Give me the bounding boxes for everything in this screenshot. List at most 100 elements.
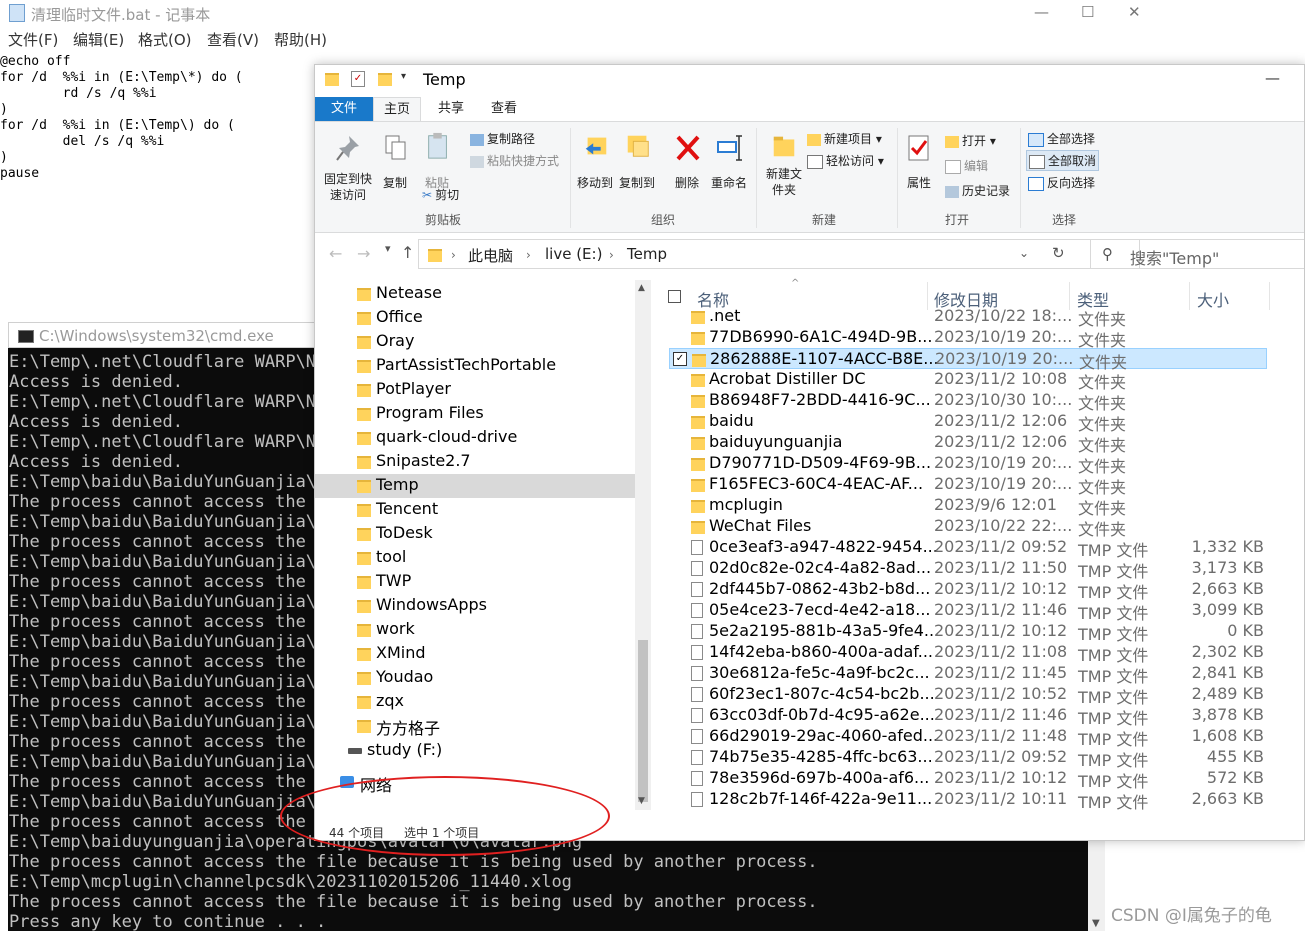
nav-item-folder[interactable]: 方方格子 bbox=[315, 714, 635, 738]
nav-item-folder[interactable]: ToDesk bbox=[315, 522, 635, 546]
nav-item-folder[interactable]: tool bbox=[315, 546, 635, 570]
select-all-checkbox[interactable] bbox=[668, 290, 681, 303]
breadcrumb-this-pc[interactable]: 此电脑 bbox=[468, 245, 513, 266]
file-row[interactable]: 77DB6990-6A1C-494D-9B... 2023/10/19 20:..… bbox=[669, 327, 1267, 350]
select-all-button[interactable]: 全部选择 bbox=[1028, 130, 1095, 147]
minimize-button[interactable]: — bbox=[1265, 69, 1280, 87]
menu-edit[interactable]: 编辑(E) bbox=[73, 29, 124, 50]
nav-item-folder[interactable]: Tencent bbox=[315, 498, 635, 522]
nav-item-folder[interactable]: XMind bbox=[315, 642, 635, 666]
file-row[interactable]: 14f42eba-b860-400a-adaf... 2023/11/2 11:0… bbox=[669, 642, 1267, 665]
nav-scrollbar[interactable]: ▲ ▼ bbox=[635, 280, 651, 810]
file-row[interactable]: 128c2b7f-146f-422a-9e11... 2023/11/2 10:1… bbox=[669, 789, 1267, 812]
nav-item-folder[interactable]: work bbox=[315, 618, 635, 642]
up-icon[interactable]: ↑ bbox=[401, 243, 414, 262]
file-row[interactable]: 2df445b7-0862-43b2-b8d... 2023/11/2 10:12… bbox=[669, 579, 1267, 602]
row-checkbox[interactable]: ✓ bbox=[673, 352, 687, 366]
search-input[interactable]: 搜索"Temp" bbox=[1130, 245, 1219, 269]
scroll-down-icon[interactable]: ▼ bbox=[1092, 918, 1100, 929]
menu-help[interactable]: 帮助(H) bbox=[274, 29, 327, 50]
nav-item-folder[interactable]: zqx bbox=[315, 690, 635, 714]
copy-button[interactable]: 复制 bbox=[383, 174, 407, 191]
file-row[interactable]: B86948F7-2BDD-4416-9C... 2023/10/30 10:..… bbox=[669, 390, 1267, 413]
tab-file[interactable]: 文件 bbox=[315, 97, 373, 121]
rename-button[interactable]: 重命名 bbox=[711, 174, 747, 191]
file-row[interactable]: ✓ 2862888E-1107-4ACC-B8E... 2023/10/19 20:… bbox=[669, 348, 1267, 372]
refresh-icon[interactable]: ↻ bbox=[1052, 244, 1065, 262]
paste-shortcut-button[interactable]: 粘贴快捷方式 bbox=[470, 152, 559, 169]
invert-selection-button[interactable]: 反向选择 bbox=[1028, 174, 1095, 191]
nav-item-folder[interactable]: TWP bbox=[315, 570, 635, 594]
scroll-down-icon[interactable]: ▼ bbox=[638, 796, 645, 806]
nav-item-folder[interactable]: WindowsApps bbox=[315, 594, 635, 618]
file-row[interactable]: 63cc03df-0b7d-4c95-a62e... 2023/11/2 11:4… bbox=[669, 705, 1267, 728]
nav-item-folder[interactable]: Temp bbox=[315, 474, 635, 498]
breadcrumb-temp[interactable]: Temp bbox=[627, 245, 667, 263]
file-row[interactable]: 60f23ec1-807c-4c54-bc2b... 2023/11/2 10:5… bbox=[669, 684, 1267, 707]
menu-view[interactable]: 查看(V) bbox=[207, 29, 259, 50]
file-row[interactable]: 78e3596d-697b-400a-af6... 2023/11/2 10:12… bbox=[669, 768, 1267, 791]
file-row[interactable]: baiduyunguanjia 2023/11/2 12:06 文件夹 bbox=[669, 432, 1267, 455]
file-row[interactable]: 02d0c82e-02c4-4a82-8ad... 2023/11/2 11:50… bbox=[669, 558, 1267, 581]
select-none-button[interactable]: 全部取消 bbox=[1026, 150, 1100, 171]
new-folder-button[interactable]: 新建文件夹 bbox=[764, 166, 804, 198]
file-row[interactable]: baidu 2023/11/2 12:06 文件夹 bbox=[669, 411, 1267, 434]
breadcrumb-drive[interactable]: live (E:) bbox=[545, 245, 602, 263]
file-row[interactable]: 05e4ce23-7ecd-4e42-a18... 2023/11/2 11:46… bbox=[669, 600, 1267, 623]
nav-item-folder[interactable]: PotPlayer bbox=[315, 378, 635, 402]
minimize-button[interactable]: — bbox=[1034, 3, 1049, 21]
file-row[interactable]: D790771D-D509-4F69-9B... 2023/10/19 20:..… bbox=[669, 453, 1267, 476]
recent-dropdown-icon[interactable]: ▾ bbox=[385, 242, 391, 255]
file-row[interactable]: 5e2a2195-881b-43a5-9fe4... 2023/11/2 10:1… bbox=[669, 621, 1267, 644]
open-button[interactable]: 打开 ▾ bbox=[945, 132, 996, 149]
move-to-button[interactable]: 移动到 bbox=[577, 174, 613, 191]
column-divider[interactable] bbox=[1269, 282, 1270, 310]
pin-quick-access-button[interactable]: 固定到快速访问 bbox=[324, 171, 372, 203]
nav-item-folder[interactable]: Oray bbox=[315, 330, 635, 354]
nav-item-folder[interactable]: Snipaste2.7 bbox=[315, 450, 635, 474]
nav-item-folder[interactable]: PartAssistTechPortable bbox=[315, 354, 635, 378]
back-icon[interactable]: ← bbox=[329, 244, 342, 263]
easy-access-button[interactable]: 轻松访问 ▾ bbox=[807, 152, 884, 169]
nav-item-folder[interactable]: quark-cloud-drive bbox=[315, 426, 635, 450]
properties-button[interactable]: 属性 bbox=[907, 174, 931, 191]
address-bar[interactable]: › 此电脑 › live (E:) › Temp ⌄ ↻ bbox=[418, 239, 1140, 269]
tab-home[interactable]: 主页 bbox=[373, 97, 421, 121]
new-folder-icon[interactable] bbox=[378, 73, 392, 86]
scroll-up-icon[interactable]: ▲ bbox=[638, 283, 645, 293]
edit-button[interactable]: 编辑 bbox=[945, 157, 988, 174]
notepad-text-area[interactable]: @echo off for /d %%i in (E:\Temp\*) do (… bbox=[0, 54, 243, 182]
copy-path-button[interactable]: 复制路径 bbox=[470, 130, 535, 147]
search-box[interactable]: ⚲ 搜索"Temp" bbox=[1090, 239, 1304, 269]
nav-item-folder[interactable]: Youdao bbox=[315, 666, 635, 690]
file-row[interactable]: 30e6812a-fe5c-4a9f-bc2c... 2023/11/2 11:4… bbox=[669, 663, 1267, 686]
file-row[interactable]: 0ce3eaf3-a947-4822-9454... 2023/11/2 09:5… bbox=[669, 537, 1267, 560]
menu-format[interactable]: 格式(O) bbox=[138, 29, 192, 50]
file-row[interactable]: mcplugin 2023/9/6 12:01 文件夹 bbox=[669, 495, 1267, 518]
file-row[interactable]: .net 2023/10/22 18:... 文件夹 bbox=[669, 306, 1267, 329]
new-item-button[interactable]: 新建项目 ▾ bbox=[807, 130, 882, 147]
menu-file[interactable]: 文件(F) bbox=[8, 29, 58, 50]
maximize-button[interactable]: ☐ bbox=[1081, 3, 1094, 21]
nav-drive-f[interactable]: study (F:) bbox=[315, 739, 635, 763]
nav-item-folder[interactable]: Office bbox=[315, 306, 635, 330]
file-row[interactable]: 74b75e35-4285-4ffc-bc63... 2023/11/2 09:5… bbox=[669, 747, 1267, 770]
history-button[interactable]: 历史记录 bbox=[945, 182, 1010, 199]
file-row[interactable]: WeChat Files 2023/10/22 22:... 文件夹 bbox=[669, 516, 1267, 539]
file-row[interactable]: F165FEC3-60C4-4EAC-AF... 2023/10/19 20:..… bbox=[669, 474, 1267, 497]
tab-share[interactable]: 共享 bbox=[427, 97, 475, 121]
forward-icon[interactable]: → bbox=[357, 244, 370, 263]
copy-to-button[interactable]: 复制到 bbox=[619, 174, 655, 191]
close-button[interactable]: ✕ bbox=[1128, 3, 1141, 21]
file-row[interactable]: Acrobat Distiller DC 2023/11/2 10:08 文件夹 bbox=[669, 369, 1267, 392]
nav-item-folder[interactable]: Program Files bbox=[315, 402, 635, 426]
file-row[interactable]: 66d29019-29ac-4060-afed... 2023/11/2 11:4… bbox=[669, 726, 1267, 749]
nav-item-folder[interactable]: Netease bbox=[315, 282, 635, 306]
address-dropdown-icon[interactable]: ⌄ bbox=[1019, 246, 1029, 260]
nav-scroll-thumb[interactable] bbox=[638, 640, 648, 802]
cut-button[interactable]: ✂ 剪切 bbox=[422, 186, 459, 203]
tab-view[interactable]: 查看 bbox=[480, 97, 528, 121]
dropdown-icon[interactable]: ▾ bbox=[401, 71, 406, 82]
delete-button[interactable]: 删除 bbox=[675, 174, 699, 191]
properties-icon[interactable]: ✓ bbox=[351, 71, 365, 87]
